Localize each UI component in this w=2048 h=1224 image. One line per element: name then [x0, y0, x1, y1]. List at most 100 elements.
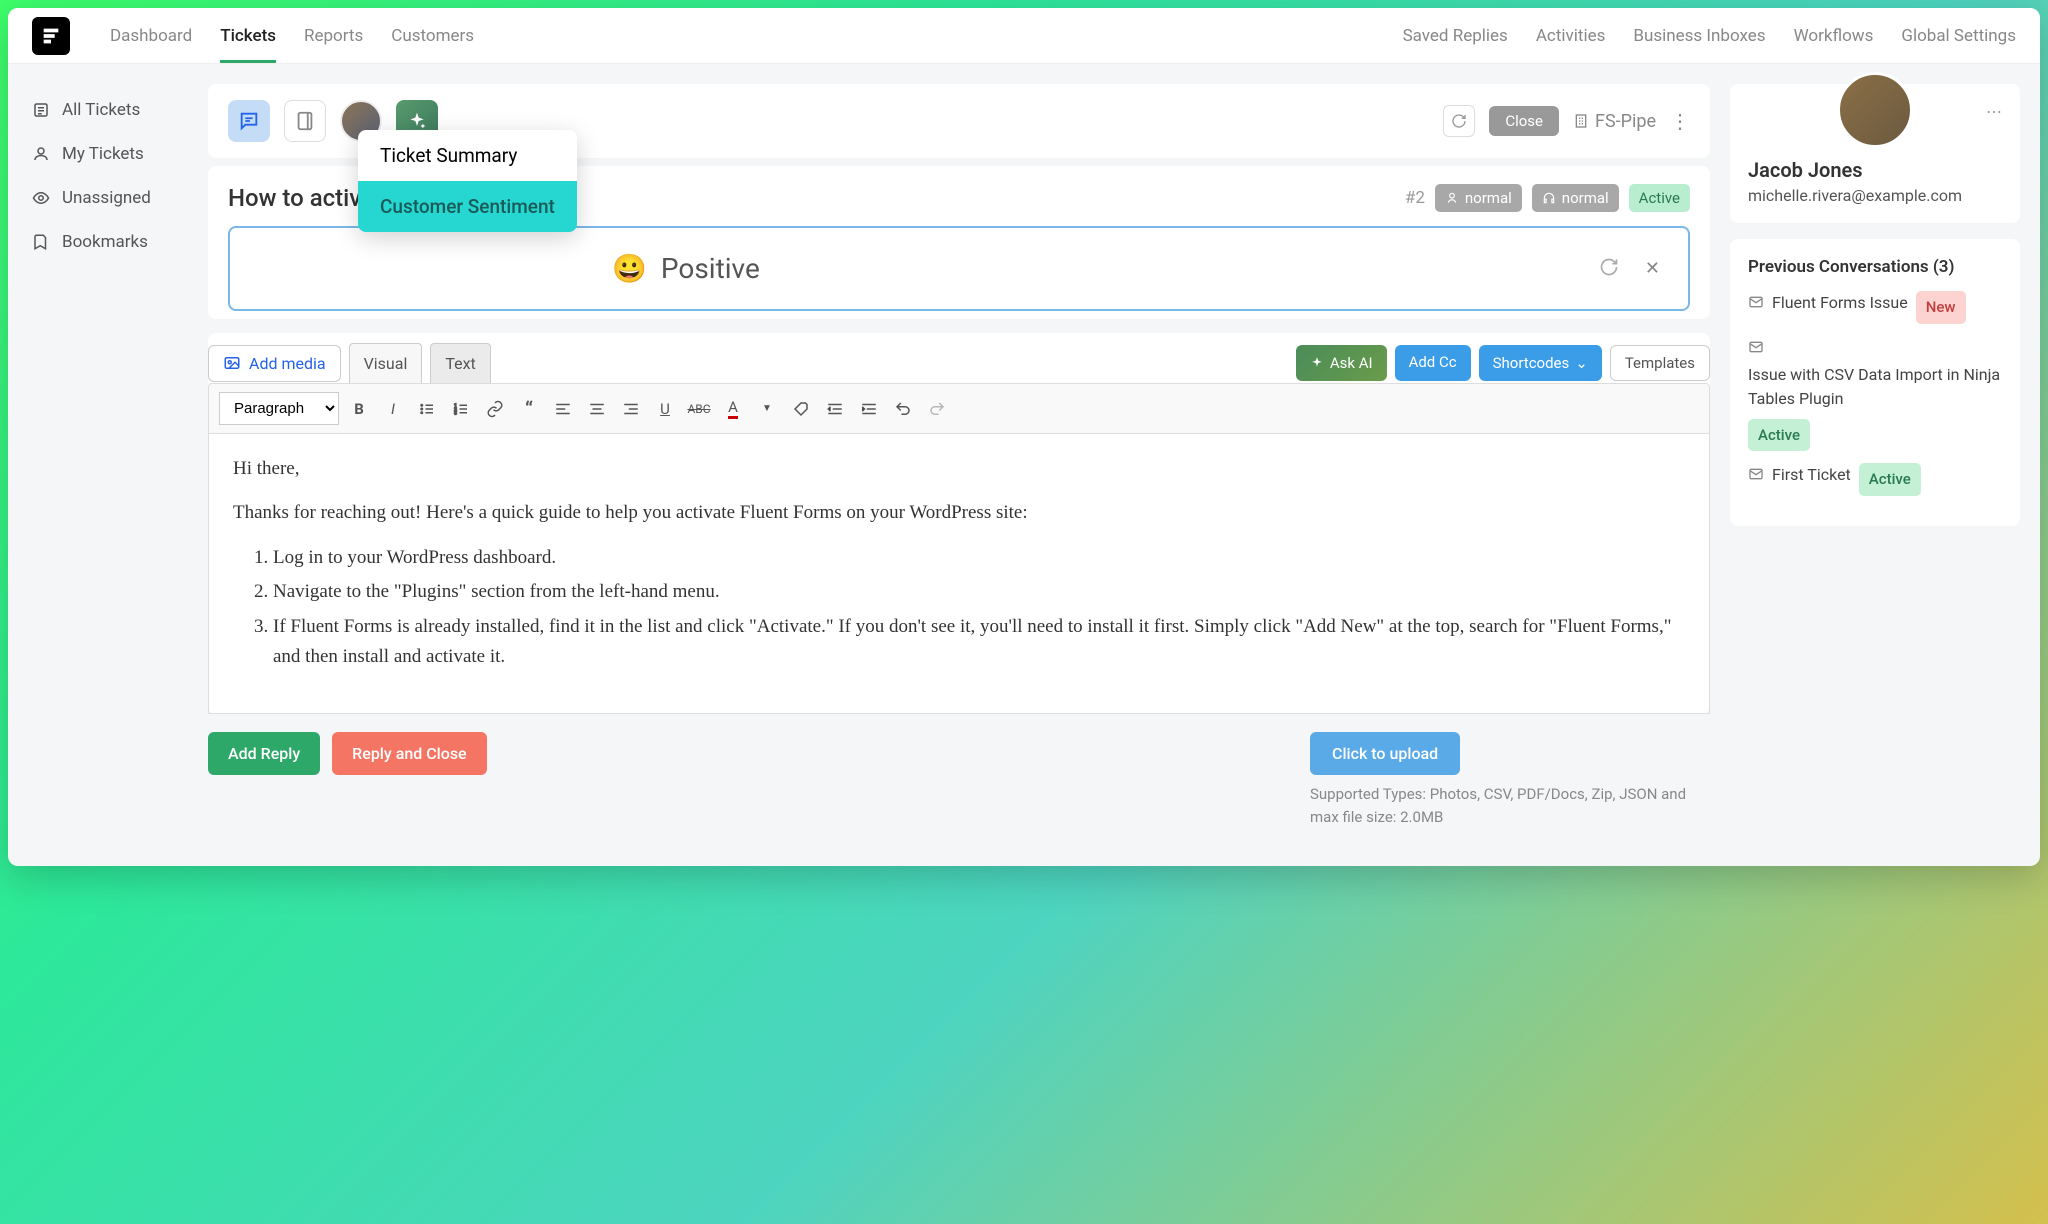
- strikethrough-button[interactable]: ABC: [685, 395, 713, 423]
- nav-saved-replies[interactable]: Saved Replies: [1403, 10, 1508, 62]
- media-icon: [223, 354, 241, 372]
- numbered-list-button[interactable]: 123: [447, 395, 475, 423]
- align-right-button[interactable]: [617, 395, 645, 423]
- text-color-button[interactable]: A: [719, 395, 747, 423]
- ol-icon: 123: [452, 400, 470, 418]
- customer-avatar[interactable]: [1837, 72, 1913, 148]
- customer-card: ⋯ Jacob Jones michelle.rivera@example.co…: [1730, 84, 2020, 223]
- ticket-number: #2: [1405, 188, 1425, 208]
- sidebar-label: Bookmarks: [62, 232, 148, 252]
- convo-item[interactable]: First Ticket Active: [1748, 463, 2002, 496]
- indent-button[interactable]: [855, 395, 883, 423]
- undo-button[interactable]: [889, 395, 917, 423]
- text-color-dropdown[interactable]: ▼: [753, 395, 781, 423]
- status-badge: Active: [1859, 463, 1921, 496]
- nav-customers[interactable]: Customers: [391, 10, 474, 62]
- customer-menu-button[interactable]: ⋯: [1986, 102, 2002, 121]
- eye-icon: [32, 189, 50, 207]
- sidebar-unassigned[interactable]: Unassigned: [8, 176, 188, 220]
- nav-reports[interactable]: Reports: [304, 10, 363, 62]
- sentiment-result: 😀 Positive ✕: [228, 226, 1690, 311]
- person-icon: [1445, 191, 1459, 205]
- building-icon: [1573, 113, 1589, 129]
- add-reply-button[interactable]: Add Reply: [208, 732, 320, 775]
- mail-icon: [1748, 339, 1764, 355]
- clear-format-button[interactable]: [787, 395, 815, 423]
- link-icon: [486, 400, 504, 418]
- pipeline-label[interactable]: FS-Pipe: [1573, 111, 1656, 132]
- channel-badge[interactable]: normal: [1532, 184, 1619, 212]
- add-media-button[interactable]: Add media: [208, 345, 341, 382]
- priority-badge[interactable]: normal: [1435, 184, 1522, 212]
- bullet-list-button[interactable]: [413, 395, 441, 423]
- underline-button[interactable]: U: [651, 395, 679, 423]
- app-logo[interactable]: [32, 17, 70, 55]
- nav-right: Saved Replies Activities Business Inboxe…: [1403, 10, 2016, 62]
- outdent-icon: [826, 400, 844, 418]
- italic-button[interactable]: I: [379, 395, 407, 423]
- reply-editor[interactable]: Hi there, Thanks for reaching out! Here'…: [208, 434, 1710, 714]
- sidebar-bookmarks[interactable]: Bookmarks: [8, 220, 188, 264]
- editor-greeting: Hi there,: [233, 454, 1685, 484]
- popover-ticket-summary[interactable]: Ticket Summary: [358, 130, 577, 181]
- ai-popover: Ticket Summary Customer Sentiment: [358, 130, 577, 232]
- templates-button[interactable]: Templates: [1610, 345, 1710, 381]
- nav-workflows[interactable]: Workflows: [1794, 10, 1874, 62]
- refresh-button[interactable]: [1443, 105, 1475, 137]
- sentiment-close-button[interactable]: ✕: [1645, 258, 1660, 279]
- indent-icon: [860, 400, 878, 418]
- align-center-icon: [588, 400, 606, 418]
- sparkle-icon: [407, 111, 427, 131]
- redo-button[interactable]: [923, 395, 951, 423]
- notebook-icon: [294, 110, 316, 132]
- align-right-icon: [622, 400, 640, 418]
- chat-icon: [238, 110, 260, 132]
- bold-button[interactable]: B: [345, 395, 373, 423]
- undo-icon: [894, 400, 912, 418]
- sidebar-all-tickets[interactable]: All Tickets: [8, 88, 188, 132]
- sidebar-my-tickets[interactable]: My Tickets: [8, 132, 188, 176]
- visual-tab[interactable]: Visual: [349, 343, 423, 383]
- editor-intro: Thanks for reaching out! Here's a quick …: [233, 498, 1685, 528]
- convo-item[interactable]: Fluent Forms Issue New: [1748, 291, 2002, 324]
- nav-left: Dashboard Tickets Reports Customers: [110, 10, 474, 62]
- shortcodes-button[interactable]: Shortcodes ⌄: [1479, 345, 1602, 381]
- top-nav: Dashboard Tickets Reports Customers Save…: [8, 8, 2040, 64]
- reply-and-close-button[interactable]: Reply and Close: [332, 732, 486, 775]
- close-ticket-button[interactable]: Close: [1489, 106, 1559, 136]
- add-cc-button[interactable]: Add Cc: [1395, 345, 1471, 381]
- nav-activities[interactable]: Activities: [1536, 10, 1606, 62]
- status-badge[interactable]: Active: [1629, 184, 1690, 212]
- redo-icon: [928, 400, 946, 418]
- nav-tickets[interactable]: Tickets: [220, 10, 276, 62]
- conversation-view-button[interactable]: [228, 100, 270, 142]
- link-button[interactable]: [481, 395, 509, 423]
- popover-customer-sentiment[interactable]: Customer Sentiment: [358, 181, 577, 232]
- user-icon: [32, 145, 50, 163]
- nav-business-inboxes[interactable]: Business Inboxes: [1633, 10, 1765, 62]
- align-center-button[interactable]: [583, 395, 611, 423]
- align-left-button[interactable]: [549, 395, 577, 423]
- upload-button[interactable]: Click to upload: [1310, 732, 1460, 775]
- sidebar-label: Unassigned: [62, 188, 151, 208]
- more-options-button[interactable]: ⋮: [1670, 109, 1690, 133]
- outdent-button[interactable]: [821, 395, 849, 423]
- convo-item[interactable]: Issue with CSV Data Import in Ninja Tabl…: [1748, 336, 2002, 452]
- nav-global-settings[interactable]: Global Settings: [1901, 10, 2016, 62]
- editor-step: If Fluent Forms is already installed, fi…: [273, 612, 1685, 673]
- text-tab[interactable]: Text: [430, 343, 490, 383]
- quote-button[interactable]: “: [515, 395, 543, 423]
- notes-view-button[interactable]: [284, 100, 326, 142]
- format-select[interactable]: Paragraph: [219, 392, 339, 425]
- previous-conversations: Previous Conversations (3) Fluent Forms …: [1730, 239, 2020, 526]
- nav-dashboard[interactable]: Dashboard: [110, 10, 192, 62]
- sentiment-refresh-button[interactable]: [1599, 257, 1619, 281]
- upload-hint: Supported Types: Photos, CSV, PDF/Docs, …: [1310, 783, 1710, 828]
- align-left-icon: [554, 400, 572, 418]
- headphone-icon: [1542, 191, 1556, 205]
- sparkle-icon: [1310, 356, 1324, 370]
- sidebar-label: All Tickets: [62, 100, 140, 120]
- customer-email: michelle.rivera@example.com: [1748, 186, 2002, 205]
- status-badge: Active: [1748, 419, 1810, 452]
- ask-ai-button[interactable]: Ask AI: [1296, 345, 1387, 381]
